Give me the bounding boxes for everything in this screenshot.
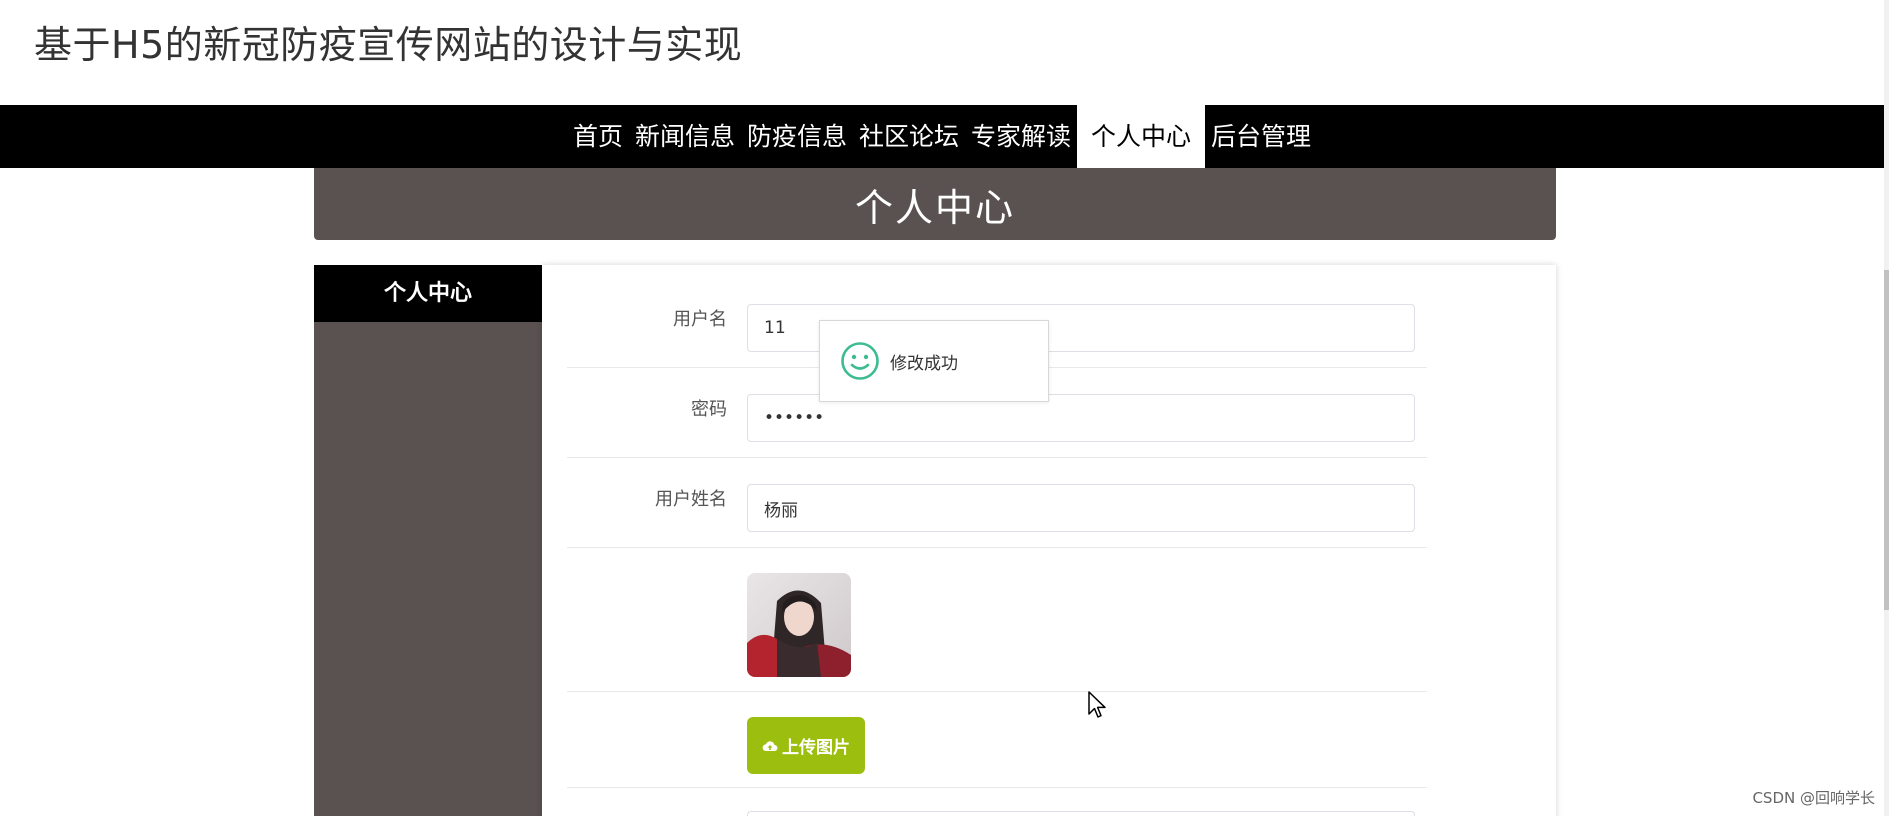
page-banner: 个人中心 [314,168,1556,240]
form-row-realname: 用户姓名 [567,457,1427,548]
next-input-partial[interactable] [747,811,1415,816]
form-row-avatar [567,547,1427,692]
profile-form-panel: 用户名 密码 用户姓名 [542,265,1556,816]
nav-item-home[interactable]: 首页 [567,105,629,168]
scrollbar-thumb[interactable] [1884,270,1889,610]
toast-message: 修改成功 [890,353,958,374]
realname-label: 用户姓名 [655,489,727,510]
nav-item-news[interactable]: 新闻信息 [629,105,741,168]
avatar[interactable] [747,573,851,677]
sidebar: 个人中心 [314,265,542,816]
nav-item-forum[interactable]: 社区论坛 [853,105,965,168]
watermark: CSDN @回响学长 [1752,789,1875,807]
username-label: 用户名 [673,309,727,330]
realname-input[interactable] [747,484,1415,532]
site-title: 基于H5的新冠防疫宣传网站的设计与实现 [34,23,743,67]
avatar-photo [747,573,851,677]
nav-item-admin[interactable]: 后台管理 [1205,105,1317,168]
sidebar-heading[interactable]: 个人中心 [314,265,542,322]
nav-item-personal-center[interactable]: 个人中心 [1077,105,1206,168]
mouse-cursor-icon [1088,691,1106,718]
upload-image-button[interactable]: 上传图片 [747,717,865,774]
nav-item-expert[interactable]: 专家解读 [965,105,1077,168]
form-row-upload [567,691,1427,788]
nav-item-epidemic-info[interactable]: 防疫信息 [741,105,853,168]
smile-icon [841,342,879,380]
page-scrollbar[interactable] [1884,0,1889,816]
cloud-upload-icon [762,740,778,751]
password-label: 密码 [691,399,727,420]
page-title: 个人中心 [854,185,1015,230]
form-row-next [567,787,1427,816]
success-toast: 修改成功 [819,320,1049,402]
main-nav: 首页 新闻信息 防疫信息 社区论坛 专家解读 个人中心 后台管理 [0,105,1884,168]
page: 基于H5的新冠防疫宣传网站的设计与实现 首页 新闻信息 防疫信息 社区论坛 专家… [0,0,1889,816]
upload-image-label: 上传图片 [782,738,850,758]
